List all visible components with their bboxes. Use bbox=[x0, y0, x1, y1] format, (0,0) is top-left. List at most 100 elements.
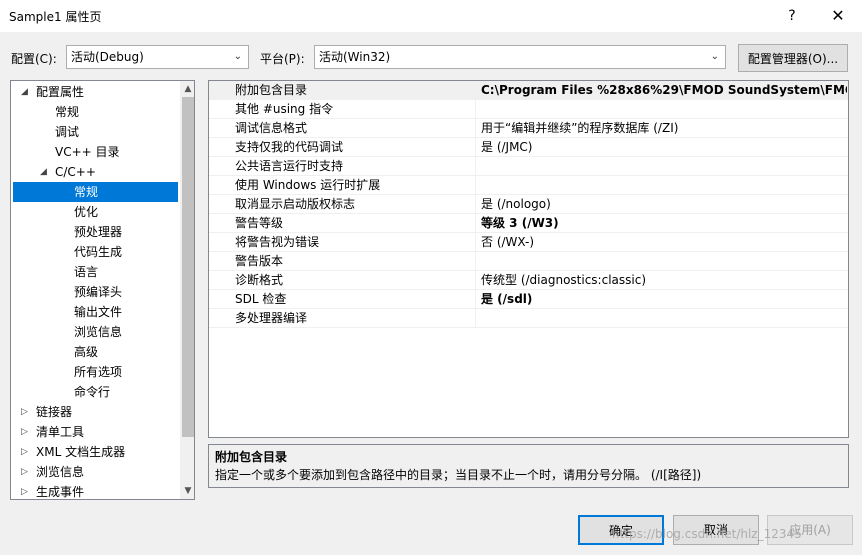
column-divider bbox=[475, 157, 476, 176]
tree-item-label: 调试 bbox=[55, 125, 80, 139]
property-row[interactable]: 警告版本 bbox=[209, 252, 848, 271]
tree-item-label: 语言 bbox=[74, 265, 99, 279]
tree-item[interactable]: ▷ XML 文档生成器 bbox=[11, 442, 179, 462]
tree-item[interactable]: ▷ 生成事件 bbox=[11, 482, 179, 499]
close-button[interactable]: ✕ bbox=[818, 2, 858, 30]
tree-item-label: 配置属性 bbox=[36, 85, 85, 99]
expand-icon[interactable]: ▷ bbox=[21, 442, 28, 462]
column-divider bbox=[475, 309, 476, 328]
property-value[interactable]: 用于“编辑并继续”的程序数据库 (/ZI) bbox=[481, 119, 847, 138]
tree-item[interactable]: 高级 bbox=[11, 342, 179, 362]
property-name: 附加包含目录 bbox=[235, 83, 308, 97]
tree-scrollbar-thumb[interactable] bbox=[182, 97, 194, 437]
expand-icon[interactable]: ▷ bbox=[21, 402, 28, 422]
tree-item[interactable]: 语言 bbox=[11, 262, 179, 282]
property-row[interactable]: 附加包含目录 C:\Program Files %28x86%29\FMOD So… bbox=[209, 81, 848, 100]
column-divider bbox=[475, 214, 476, 233]
column-divider bbox=[475, 100, 476, 119]
property-row[interactable]: 公共语言运行时支持 bbox=[209, 157, 848, 176]
tree-item[interactable]: 所有选项 bbox=[11, 362, 179, 382]
property-value[interactable]: 等级 3 (/W3) bbox=[481, 214, 847, 233]
tree-item[interactable]: 优化 bbox=[11, 202, 179, 222]
property-value[interactable]: C:\Program Files %28x86%29\FMOD SoundSys… bbox=[481, 81, 847, 100]
expand-icon[interactable]: ▷ bbox=[21, 482, 28, 499]
help-button[interactable]: ? bbox=[778, 4, 806, 28]
tree-item-label: 命令行 bbox=[74, 385, 111, 399]
property-name: 公共语言运行时支持 bbox=[235, 159, 344, 173]
property-value[interactable]: 是 (/JMC) bbox=[481, 138, 847, 157]
tree-item-label: 输出文件 bbox=[74, 305, 123, 319]
tree-item-label: 浏览信息 bbox=[36, 465, 85, 479]
property-grid: 附加包含目录 C:\Program Files %28x86%29\FMOD So… bbox=[208, 80, 849, 438]
expand-icon[interactable]: ▷ bbox=[21, 422, 28, 442]
tree-item-label: 所有选项 bbox=[74, 365, 123, 379]
column-divider bbox=[475, 138, 476, 157]
property-value[interactable]: 否 (/WX-) bbox=[481, 233, 847, 252]
tree-item[interactable]: ▷ 链接器 bbox=[11, 402, 179, 422]
tree-item[interactable]: 常规 bbox=[13, 182, 178, 202]
tree-item[interactable]: 命令行 bbox=[11, 382, 179, 402]
collapse-icon[interactable]: ◢ bbox=[21, 82, 28, 102]
property-row[interactable]: 支持仅我的代码调试 是 (/JMC) bbox=[209, 138, 848, 157]
tree-item-label: 优化 bbox=[74, 205, 99, 219]
tree-item[interactable]: VC++ 目录 bbox=[11, 142, 179, 162]
property-name: 警告版本 bbox=[235, 254, 284, 268]
property-name: 警告等级 bbox=[235, 216, 284, 230]
tree-item-label: 预编译头 bbox=[74, 285, 123, 299]
tree-item[interactable]: 浏览信息 bbox=[11, 322, 179, 342]
window-title: Sample1 属性页 bbox=[9, 10, 102, 24]
property-name: 调试信息格式 bbox=[235, 121, 308, 135]
collapse-icon[interactable]: ◢ bbox=[40, 162, 47, 182]
tree-item[interactable]: 常规 bbox=[11, 102, 179, 122]
tree-item[interactable]: 输出文件 bbox=[11, 302, 179, 322]
platform-dropdown[interactable]: 活动(Win32) ⌄ bbox=[314, 45, 726, 69]
property-row[interactable]: 取消显示启动版权标志 是 (/nologo) bbox=[209, 195, 848, 214]
column-divider bbox=[475, 81, 476, 100]
platform-label: 平台(P): bbox=[260, 52, 305, 66]
tree-item-label: 代码生成 bbox=[74, 245, 123, 259]
config-manager-button[interactable]: 配置管理器(O)... bbox=[738, 44, 848, 72]
tree-item[interactable]: 预编译头 bbox=[11, 282, 179, 302]
platform-dropdown-value: 活动(Win32) bbox=[319, 50, 391, 64]
column-divider bbox=[475, 195, 476, 214]
property-name: 支持仅我的代码调试 bbox=[235, 140, 344, 154]
tree-item[interactable]: ▷ 浏览信息 bbox=[11, 462, 179, 482]
tree-item-label: 常规 bbox=[55, 105, 80, 119]
tree-item[interactable]: ▷ 清单工具 bbox=[11, 422, 179, 442]
config-dropdown[interactable]: 活动(Debug) ⌄ bbox=[66, 45, 249, 69]
expand-icon[interactable]: ▷ bbox=[21, 462, 28, 482]
tree-item[interactable]: ◢ 配置属性 bbox=[11, 82, 179, 102]
config-dropdown-value: 活动(Debug) bbox=[71, 50, 144, 64]
property-value[interactable]: 传统型 (/diagnostics:classic) bbox=[481, 271, 847, 290]
property-row[interactable]: 警告等级 等级 3 (/W3) bbox=[209, 214, 848, 233]
property-row[interactable]: 调试信息格式 用于“编辑并继续”的程序数据库 (/ZI) bbox=[209, 119, 848, 138]
scroll-down-icon[interactable]: ▼ bbox=[180, 483, 194, 499]
tree-item-label: XML 文档生成器 bbox=[36, 445, 126, 459]
tree-item[interactable]: 预处理器 bbox=[11, 222, 179, 242]
tree-item[interactable]: 代码生成 bbox=[11, 242, 179, 262]
property-row[interactable]: SDL 检查 是 (/sdl) bbox=[209, 290, 848, 309]
description-title: 附加包含目录 bbox=[215, 450, 288, 464]
tree-item-label: 高级 bbox=[74, 345, 99, 359]
property-name: 多处理器编译 bbox=[235, 311, 308, 325]
column-divider bbox=[475, 176, 476, 195]
property-value[interactable]: 是 (/nologo) bbox=[481, 195, 847, 214]
tree-item-label: 生成事件 bbox=[36, 485, 85, 499]
property-row[interactable]: 使用 Windows 运行时扩展 bbox=[209, 176, 848, 195]
tree-item-label: 常规 bbox=[74, 185, 99, 199]
tree-item-label: 链接器 bbox=[36, 405, 73, 419]
property-row[interactable]: 多处理器编译 bbox=[209, 309, 848, 328]
column-divider bbox=[475, 271, 476, 290]
tree-item[interactable]: ◢ C/C++ bbox=[11, 162, 179, 182]
description-text: 指定一个或多个要添加到包含路径中的目录；当目录不止一个时，请用分号分隔。 (/I… bbox=[215, 468, 702, 482]
property-row[interactable]: 将警告视为错误 否 (/WX-) bbox=[209, 233, 848, 252]
chevron-down-icon: ⌄ bbox=[710, 51, 719, 62]
config-label: 配置(C): bbox=[11, 52, 57, 66]
property-row[interactable]: 其他 #using 指令 bbox=[209, 100, 848, 119]
scroll-up-icon[interactable]: ▲ bbox=[180, 81, 194, 97]
tree-item-label: 浏览信息 bbox=[74, 325, 123, 339]
tree-item[interactable]: 调试 bbox=[11, 122, 179, 142]
property-value[interactable]: 是 (/sdl) bbox=[481, 290, 847, 309]
tree-item-label: 清单工具 bbox=[36, 425, 85, 439]
property-row[interactable]: 诊断格式 传统型 (/diagnostics:classic) bbox=[209, 271, 848, 290]
